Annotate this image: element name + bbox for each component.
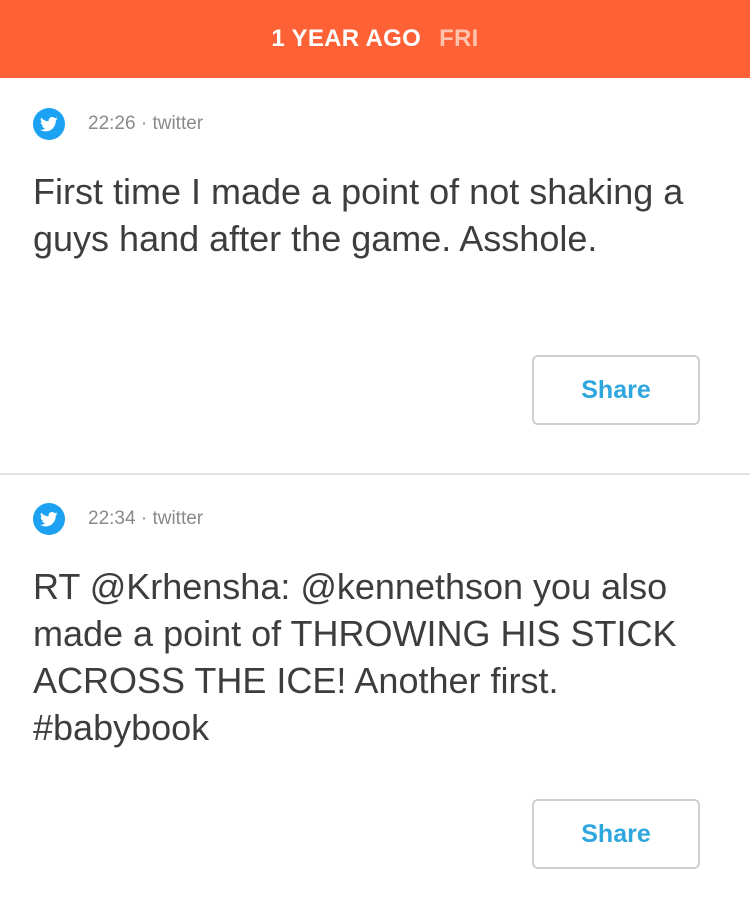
post-timestamp: 22:34 · twitter [88, 508, 204, 529]
post-meta: 22:34 · twitter [33, 503, 203, 535]
post-card: 22:26 · twitter First time I made a poin… [0, 78, 750, 475]
post-text: First time I made a point of not shaking… [33, 171, 684, 259]
post-text: RT @Krhensha: @kennethson you also made … [33, 566, 677, 748]
date-header: 1 YEAR AGO FRI [0, 0, 750, 78]
twitter-icon [33, 108, 65, 140]
twitter-icon [33, 503, 65, 535]
share-button[interactable]: Share [532, 355, 700, 425]
post-meta: 22:26 · twitter [33, 108, 203, 140]
weekday-label: FRI [439, 25, 479, 52]
post-timestamp: 22:26 · twitter [88, 113, 204, 134]
years-ago-label: 1 YEAR AGO [271, 25, 422, 52]
post-card: 22:34 · twitter RT @Krhensha: @kennethso… [0, 475, 750, 916]
share-button[interactable]: Share [532, 799, 700, 869]
